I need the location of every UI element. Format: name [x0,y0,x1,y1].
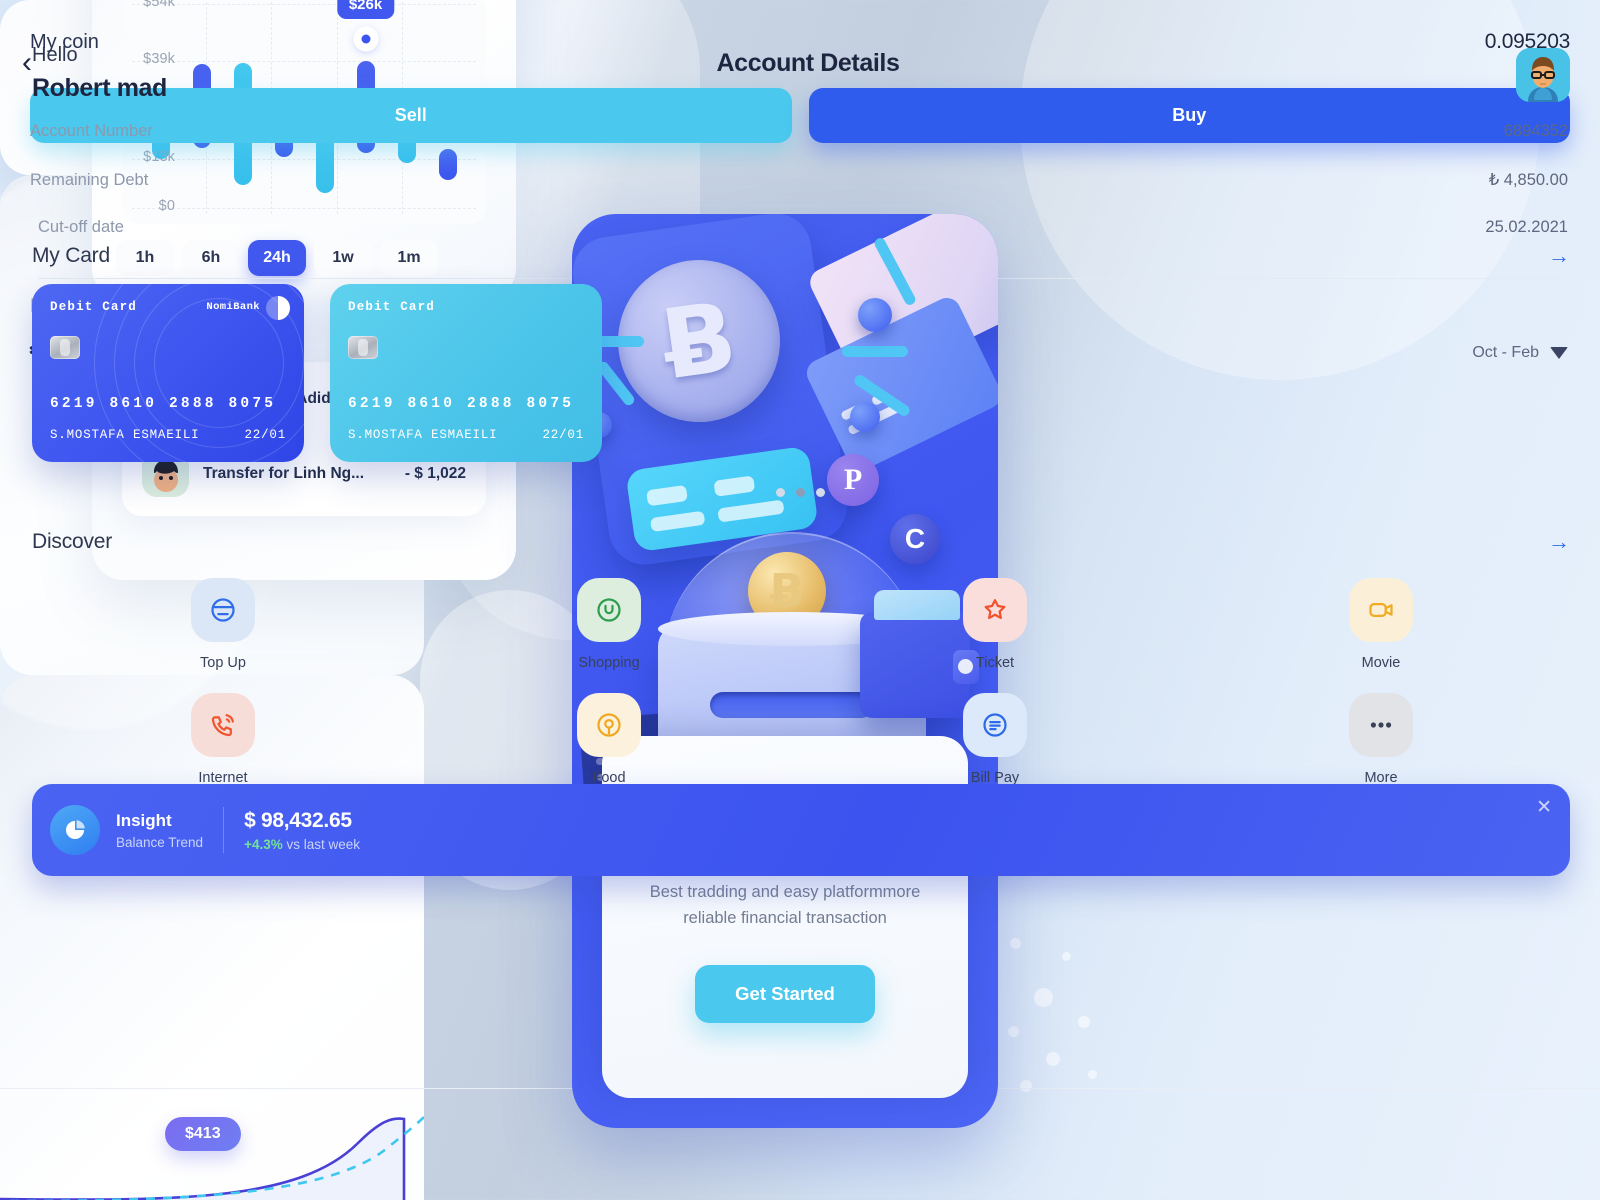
insight-delta-value: +4.3% [244,836,283,852]
discover-item-internet[interactable]: Internet [30,693,416,786]
account-row-key: Remaining Debt [30,170,149,189]
chart-gridline [132,208,476,209]
chart-y-tick: $54k [143,0,175,10]
discover-grid: Top Up Shopping Ticket Movie Internet Food Bil… [30,578,1574,786]
decorative-dots [1000,930,1120,1092]
get-started-button[interactable]: Get Started [695,965,875,1024]
pie-chart-icon [50,805,100,855]
insight-subtitle: Balance Trend [116,834,204,850]
divider [38,278,1562,279]
insight-banner: Insight Balance Trend $ 98,432.65 +4.3% … [32,784,1570,876]
account-row-key: Cut-off date [38,218,124,236]
chart-y-tick: $13k [143,148,175,165]
phone-signal-icon [191,693,255,757]
hero-subtitle: Best tradding and easy platformmore reli… [649,883,921,927]
insight-title: Insight [116,810,172,830]
chart-y-tick: $0 [158,198,175,214]
chart-gridline [132,158,476,160]
divider [223,807,225,853]
insight-delta-suffix: vs last week [282,836,360,852]
chart-gridline [132,4,476,5]
chart-tooltip: $26k [336,0,395,19]
discover-item-food[interactable]: Food [416,693,802,786]
account-row: Cut-off date 25.02.2021 [38,218,1568,236]
insight-delta: +4.3% vs last week [244,837,360,852]
insight-amount: $ 98,432.65 [244,808,352,832]
account-row: Remaining Debt ₺ 4,850.00 [30,170,1568,190]
